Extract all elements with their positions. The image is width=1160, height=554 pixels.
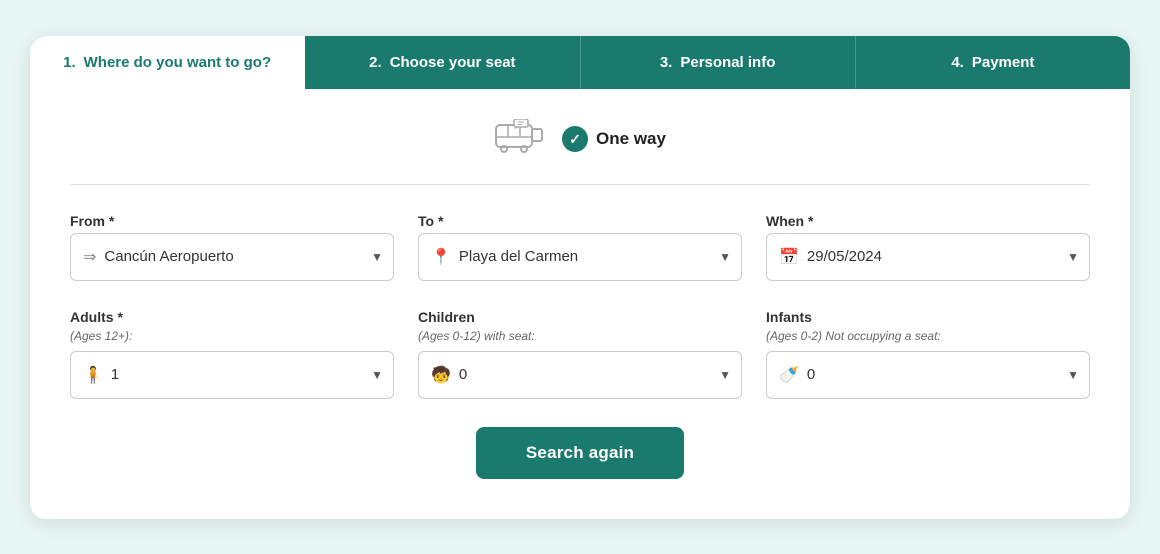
to-value: Playa del Carmen bbox=[459, 248, 705, 265]
search-again-button[interactable]: Search again bbox=[476, 427, 684, 479]
check-circle-icon: ✓ bbox=[562, 126, 588, 152]
trip-type-row: ✓ One way bbox=[70, 119, 1090, 160]
when-label: When * bbox=[766, 213, 1090, 229]
step-1[interactable]: 1. Where do you want to go? bbox=[30, 36, 305, 89]
infants-label: Infants bbox=[766, 309, 1090, 325]
step-1-number: 1. bbox=[63, 54, 76, 71]
adults-sub-label: (Ages 12+): bbox=[70, 329, 394, 343]
infants-group: Infants (Ages 0-2) Not occupying a seat:… bbox=[766, 309, 1090, 399]
step-2[interactable]: 2. Choose your seat bbox=[305, 36, 580, 89]
to-label: To * bbox=[418, 213, 742, 229]
arrow-right-icon: ⇒ bbox=[83, 247, 96, 267]
from-value: Cancún Aeropuerto bbox=[104, 248, 357, 265]
divider bbox=[70, 184, 1090, 185]
location-pin-icon: 📍 bbox=[431, 247, 451, 267]
children-select[interactable]: 🧒 0 ▼ bbox=[418, 351, 742, 399]
children-value: 0 bbox=[459, 366, 705, 383]
from-label: From * bbox=[70, 213, 394, 229]
when-value: 29/05/2024 bbox=[807, 248, 1053, 265]
infants-sub-label: (Ages 0-2) Not occupying a seat: bbox=[766, 329, 1090, 343]
adults-select[interactable]: 🧍 1 ▼ bbox=[70, 351, 394, 399]
step-3[interactable]: 3. Personal info bbox=[581, 36, 856, 89]
when-group: When * 📅 29/05/2024 ▼ bbox=[766, 213, 1090, 281]
chevron-down-icon: ▼ bbox=[371, 368, 383, 382]
chevron-down-icon: ▼ bbox=[1067, 368, 1079, 382]
to-group: To * 📍 Playa del Carmen ▼ bbox=[418, 213, 742, 281]
step-4[interactable]: 4. Payment bbox=[856, 36, 1130, 89]
to-select[interactable]: 📍 Playa del Carmen ▼ bbox=[418, 233, 742, 281]
from-select[interactable]: ⇒ Cancún Aeropuerto ▼ bbox=[70, 233, 394, 281]
child-icon: 🧒 bbox=[431, 365, 451, 385]
step-4-number: 4. bbox=[951, 54, 964, 71]
step-4-label: Payment bbox=[972, 54, 1035, 71]
one-way-label: One way bbox=[596, 129, 666, 149]
chevron-down-icon: ▼ bbox=[719, 250, 731, 264]
chevron-down-icon: ▼ bbox=[719, 368, 731, 382]
adults-label: Adults * bbox=[70, 309, 394, 325]
search-button-row: Search again bbox=[70, 427, 1090, 479]
bus-icon bbox=[494, 119, 546, 160]
card-body: ✓ One way From * ⇒ Cancún Aeropuerto ▼ T… bbox=[30, 89, 1130, 519]
children-group: Children (Ages 0-12) with seat: 🧒 0 ▼ bbox=[418, 309, 742, 399]
adult-icon: 🧍 bbox=[83, 365, 103, 385]
from-group: From * ⇒ Cancún Aeropuerto ▼ bbox=[70, 213, 394, 281]
infants-value: 0 bbox=[807, 366, 1053, 383]
chevron-down-icon: ▼ bbox=[371, 250, 383, 264]
children-label: Children bbox=[418, 309, 742, 325]
adults-group: Adults * (Ages 12+): 🧍 1 ▼ bbox=[70, 309, 394, 399]
when-select[interactable]: 📅 29/05/2024 ▼ bbox=[766, 233, 1090, 281]
step-2-number: 2. bbox=[369, 54, 382, 71]
step-2-label: Choose your seat bbox=[390, 54, 516, 71]
chevron-down-icon: ▼ bbox=[1067, 250, 1079, 264]
infant-icon: 🍼 bbox=[779, 365, 799, 385]
step-3-number: 3. bbox=[660, 54, 673, 71]
step-3-label: Personal info bbox=[680, 54, 775, 71]
from-to-when-row: From * ⇒ Cancún Aeropuerto ▼ To * 📍 Play… bbox=[70, 213, 1090, 281]
infants-select[interactable]: 🍼 0 ▼ bbox=[766, 351, 1090, 399]
children-sub-label: (Ages 0-12) with seat: bbox=[418, 329, 742, 343]
calendar-icon: 📅 bbox=[779, 247, 799, 267]
one-way-badge: ✓ One way bbox=[562, 126, 666, 152]
step-1-label: Where do you want to go? bbox=[84, 54, 272, 71]
passengers-row: Adults * (Ages 12+): 🧍 1 ▼ Children (Age… bbox=[70, 309, 1090, 399]
booking-card: 1. Where do you want to go? 2. Choose yo… bbox=[30, 36, 1130, 519]
steps-header: 1. Where do you want to go? 2. Choose yo… bbox=[30, 36, 1130, 89]
adults-value: 1 bbox=[111, 366, 357, 383]
